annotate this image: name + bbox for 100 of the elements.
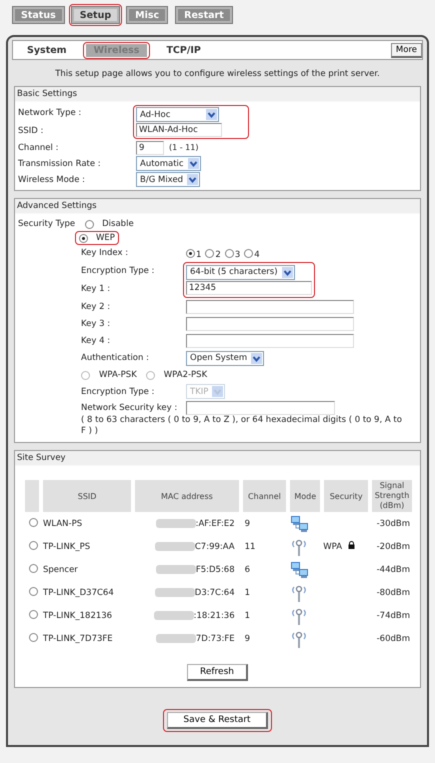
field-label: Key Index : [81,248,130,258]
table-cell-text: 9 [244,632,252,646]
section-header: Advanced Settings [15,199,420,214]
table-cell-text: 1 [244,610,252,622]
more-button[interactable]: More [390,42,422,58]
field-label: Network Type : [18,108,82,118]
input-field[interactable] [186,317,354,331]
column-header: Signal Strength (dBm) [370,480,412,512]
option-label: WPA2-PSK [164,370,208,380]
antenna-icon [290,606,308,624]
note-text: ( 8 to 63 characters ( 0 to 9, A to Z ), or 64 hexadecimal digits ( 0 to 9, A to F ) ) [81,415,403,438]
field-label: Authentication : [81,353,150,363]
column-header: MAC address [133,480,239,512]
radio-button[interactable] [79,234,88,242]
table-cell-text: 1 [244,586,252,600]
blurred-text [154,588,195,597]
field-label: Security Type [18,219,76,229]
table-cell: 7D:73:FE [196,634,235,644]
antenna-icon [290,584,308,602]
refresh-button[interactable]: Refresh [187,664,248,681]
table-cell-text: TP-LINK_182136 [42,610,114,622]
radio-button[interactable] [29,586,38,596]
radio-button[interactable] [146,370,155,380]
dropdown[interactable]: Automatic [136,156,201,171]
antenna-icon [290,538,308,556]
field-label: Key 2 : [81,302,112,312]
table-cell: C7:99:AA [194,542,235,552]
input-field[interactable] [186,300,354,314]
computers-icon [290,514,310,532]
option-label: 4 [254,250,260,260]
table-cell-text: WLAN-PS [42,518,84,530]
table-cell-text: TP-LINK_7D73FE [42,632,114,646]
blurred-text [156,565,196,574]
option-label: WEP [96,233,115,243]
table-cell-text: -44dBm [376,564,411,576]
radio-button[interactable] [205,248,214,258]
blurred-text [156,634,196,643]
radio-button[interactable] [81,370,90,380]
table-cell-text: -30dBm [376,518,411,530]
table-cell: D3:7C:64 [194,588,235,598]
radio-button[interactable] [29,518,38,526]
column-header: Mode [288,480,320,512]
blurred-text [154,542,195,551]
table-cell-text: TP-LINK_PS [42,540,92,554]
option-label: 3 [234,250,240,260]
option-label: 2 [215,250,221,260]
field-label: Key 3 : [81,319,112,329]
field-label: Wireless Mode : [18,174,86,184]
option-label: WPA-PSK [99,370,137,380]
tab[interactable]: Setup [72,7,120,23]
intro-text: This setup page allows you to configure wireless settings of the print server. [54,68,381,81]
dropdown[interactable]: Open System [186,350,264,366]
table-cell: F5:D5:68 [196,564,235,574]
field-label: Encryption Type : [81,386,156,396]
blurred-text [154,611,194,620]
radio-button[interactable] [224,248,234,258]
input-field[interactable]: 12345 [186,281,312,295]
save-button[interactable]: Save & Restart [167,712,268,729]
input-field[interactable]: 9 [136,140,164,154]
table-cell-text: 9 [244,518,252,530]
table-cell-text: -20dBm [376,540,411,554]
input-field[interactable]: WLAN-Ad-Hoc [136,122,222,136]
radio-button[interactable] [29,610,38,618]
input-field[interactable] [186,400,335,414]
option-label: Disable [102,219,134,229]
section-header: Basic Settings [15,87,420,102]
table-cell-text: Spencer [42,564,79,576]
field-label: Channel : [18,142,60,152]
column-header: Channel [240,480,286,512]
table-cell: :AF:EF:E2 [196,518,235,528]
radio-button[interactable] [29,632,38,642]
tab[interactable]: TCP/IP [158,44,209,56]
input-field[interactable] [186,334,354,348]
section-header: Site Survey [15,451,420,466]
table-cell-text: -80dBm [376,586,411,600]
field-label: Network Security key : [81,402,178,412]
radio-button[interactable] [244,248,254,258]
radio-button[interactable] [85,220,94,228]
table-cell-text: 11 [244,540,256,554]
computers-icon [290,560,310,578]
field-label: Transmission Rate : [18,158,102,168]
blurred-text [156,519,196,528]
dropdown[interactable]: B/G Mixed [136,172,200,187]
radio-button[interactable] [29,540,38,550]
table-cell: WPA [323,542,342,552]
table-cell-text: -60dBm [376,632,411,646]
field-label: SSID : [18,126,44,136]
radio-button[interactable] [186,248,195,258]
dropdown[interactable]: 64-bit (5 characters) [186,264,295,280]
radio-button[interactable] [29,564,38,572]
column-header: SSID [41,480,132,512]
field-label: Key 4 : [81,336,112,346]
dropdown[interactable]: Ad-Hoc [136,107,219,122]
hint-text: (1 - 11) [169,143,198,152]
tab[interactable]: System [19,44,75,56]
table-cell: :18:21:36 [194,610,235,620]
option-label: 1 [196,250,202,260]
antenna-icon [290,630,308,648]
table-cell-text: -74dBm [376,610,411,622]
table-cell-text: TP-LINK_D37C64 [42,586,115,600]
